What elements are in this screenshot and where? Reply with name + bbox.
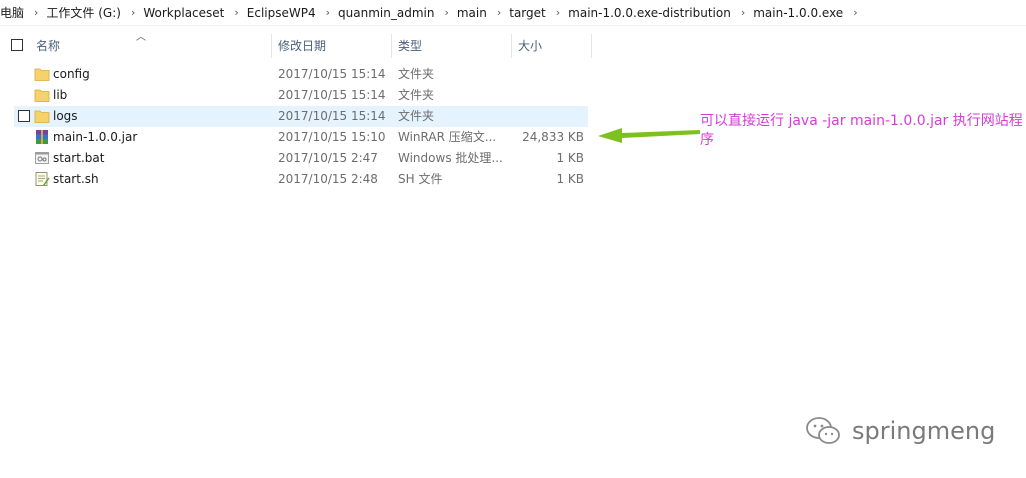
breadcrumb-target[interactable]: target	[509, 6, 550, 20]
column-header-type[interactable]: 类型	[392, 34, 512, 58]
file-row-lib[interactable]: lib 2017/10/15 15:14 文件夹	[14, 85, 588, 106]
shell-script-icon	[35, 172, 50, 186]
breadcrumb-drive[interactable]: 工作文件 (G:)	[46, 4, 125, 21]
breadcrumb-computer[interactable]: 电脑	[0, 4, 28, 21]
column-header-date[interactable]: 修改日期	[272, 34, 392, 58]
chevron-right-icon[interactable]: ›	[847, 6, 865, 19]
breadcrumb-quanmin-admin[interactable]: quanmin_admin	[338, 6, 438, 20]
chevron-right-icon[interactable]: ›	[228, 6, 246, 19]
file-row-config[interactable]: config 2017/10/15 15:14 文件夹	[14, 64, 588, 85]
chevron-right-icon[interactable]: ›	[320, 6, 338, 19]
file-row-main-jar[interactable]: main-1.0.0.jar 2017/10/15 15:10 WinRAR 压…	[14, 127, 588, 148]
file-date: 2017/10/15 15:14	[278, 67, 386, 81]
file-type: 文件夹	[398, 88, 435, 102]
file-name[interactable]: start.bat	[53, 148, 104, 169]
file-date: 2017/10/15 15:10	[278, 130, 386, 144]
breadcrumb-main[interactable]: main	[457, 6, 491, 20]
wechat-logo-icon	[806, 417, 840, 444]
file-row-logs[interactable]: logs 2017/10/15 15:14 文件夹	[14, 106, 588, 127]
file-size: 24,833 KB	[522, 130, 584, 144]
address-breadcrumb[interactable]: 电脑 › 工作文件 (G:) › Workplaceset › EclipseWP4 ›…	[0, 0, 1026, 26]
file-date: 2017/10/15 15:14	[278, 88, 386, 102]
chevron-right-icon[interactable]: ›	[735, 6, 753, 19]
chevron-right-icon[interactable]: ›	[550, 6, 568, 19]
file-name[interactable]: lib	[53, 85, 67, 106]
winrar-archive-icon	[36, 130, 48, 144]
annotation-text: 可以直接运行 java -jar main-1.0.0.jar 执行网站程序	[700, 113, 1023, 148]
breadcrumb-workplaceset[interactable]: Workplaceset	[143, 6, 228, 20]
batch-file-icon	[35, 152, 49, 164]
file-size: 1 KB	[556, 151, 584, 165]
column-header: 名称 修改日期 类型 大小	[0, 34, 594, 58]
file-size: 1 KB	[556, 172, 584, 186]
file-date: 2017/10/15 2:48	[278, 172, 378, 186]
file-name[interactable]: start.sh	[53, 169, 99, 190]
chevron-right-icon[interactable]: ›	[28, 6, 46, 19]
file-name[interactable]: logs	[53, 106, 78, 127]
folder-icon	[34, 110, 50, 123]
row-select-checkbox[interactable]	[18, 110, 30, 122]
breadcrumb-distribution[interactable]: main-1.0.0.exe-distribution	[568, 6, 735, 20]
file-row-start-sh[interactable]: start.sh 2017/10/15 2:48 SH 文件 1 KB	[14, 169, 588, 190]
column-header-size[interactable]: 大小	[512, 34, 592, 58]
file-type: 文件夹	[398, 67, 435, 81]
file-type: Windows 批处理...	[398, 151, 503, 165]
file-type: SH 文件	[398, 172, 443, 186]
annotation-arrow-icon	[598, 128, 700, 143]
folder-icon	[34, 89, 50, 102]
file-row-start-bat[interactable]: start.bat 2017/10/15 2:47 Windows 批处理...…	[14, 148, 588, 169]
file-name[interactable]: main-1.0.0.jar	[53, 127, 137, 148]
chevron-right-icon[interactable]: ›	[438, 6, 456, 19]
folder-icon	[34, 68, 50, 81]
file-date: 2017/10/15 2:47	[278, 151, 378, 165]
watermark-text: springmeng	[852, 417, 996, 445]
chevron-right-icon[interactable]: ›	[491, 6, 509, 19]
chevron-right-icon[interactable]: ›	[125, 6, 143, 19]
column-header-name[interactable]: 名称	[30, 34, 272, 58]
watermark: springmeng	[804, 416, 995, 446]
breadcrumb-current-folder[interactable]: main-1.0.0.exe	[753, 6, 847, 20]
file-name[interactable]: config	[53, 64, 90, 85]
file-type: 文件夹	[398, 109, 435, 123]
file-date: 2017/10/15 15:14	[278, 109, 386, 123]
file-type: WinRAR 压缩文...	[398, 130, 497, 144]
breadcrumb-eclipsewp4[interactable]: EclipseWP4	[247, 6, 320, 20]
